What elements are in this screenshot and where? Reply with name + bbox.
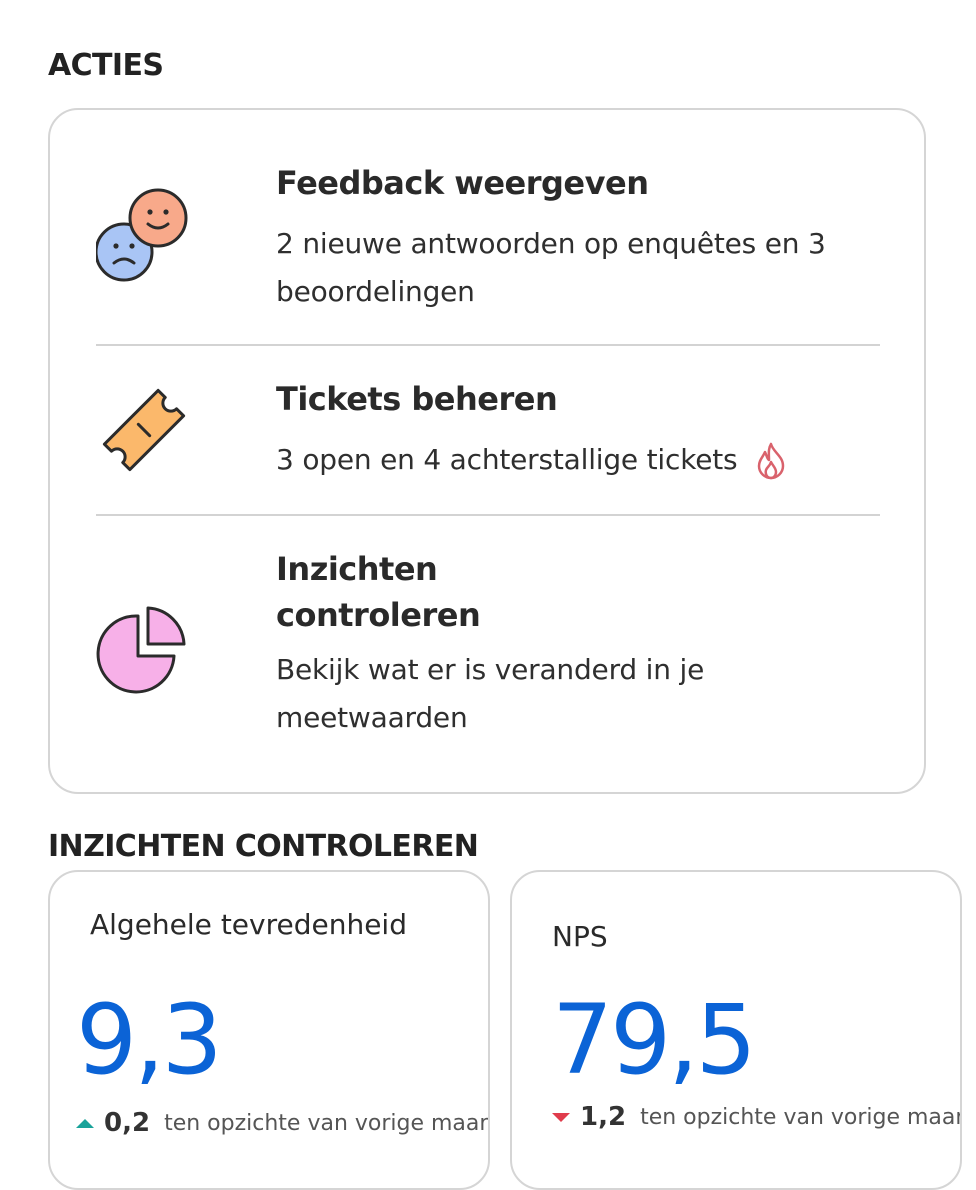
actions-card: Feedback weergeven 2 nieuwe antwoorden o… [48,108,926,794]
trend-down-icon [552,1112,570,1122]
change-text: ten opzichte van vorige maand [164,1110,490,1136]
insights-section-title: INZICHTEN CONTROLEREN [48,829,479,864]
action-description: Bekijk wat er is veranderd in je meetwaa… [276,653,705,734]
ticket-icon [96,382,192,478]
action-description: 3 open en 4 achterstallige tickets [276,443,738,476]
pie-chart-icon [96,600,192,696]
metric-card-nps[interactable]: NPS 79,5 1,2 ten opzichte van vorige maa… [510,870,962,1190]
action-insights[interactable]: Inzichten controleren Bekijk wat er is v… [96,546,880,756]
actions-section-title: ACTIES [48,48,164,83]
change-text: ten opzichte van vorige maand [640,1104,962,1130]
divider [96,514,880,516]
action-description-row: 3 open en 4 achterstallige tickets [276,436,896,484]
metric-value: 9,3 [76,984,223,1096]
action-description: 2 nieuwe antwoorden op enquêtes en 3 beo… [276,227,826,308]
metric-change: 0,2 ten opzichte van vorige maand [76,1108,490,1138]
action-tickets[interactable]: Tickets beheren 3 open en 4 achterstalli… [96,376,880,496]
metric-label: NPS [552,920,608,953]
action-title: Feedback weergeven [276,164,649,202]
change-value: 1,2 [580,1102,627,1132]
trend-up-icon [76,1118,94,1128]
metric-card-satisfaction[interactable]: Algehele tevredenheid 9,3 0,2 ten opzich… [48,870,490,1190]
metric-change: 1,2 ten opzichte van vorige maand [552,1102,962,1132]
metric-value: 79,5 [552,984,757,1096]
action-title: Tickets beheren [276,380,558,418]
change-value: 0,2 [104,1108,151,1138]
action-feedback[interactable]: Feedback weergeven 2 nieuwe antwoorden o… [94,160,880,350]
metric-label: Algehele tevredenheid [90,908,407,941]
divider [96,344,880,346]
smiley-faces-icon [94,188,192,284]
action-title: Inzichten controleren [276,550,481,634]
fire-icon [749,440,793,480]
